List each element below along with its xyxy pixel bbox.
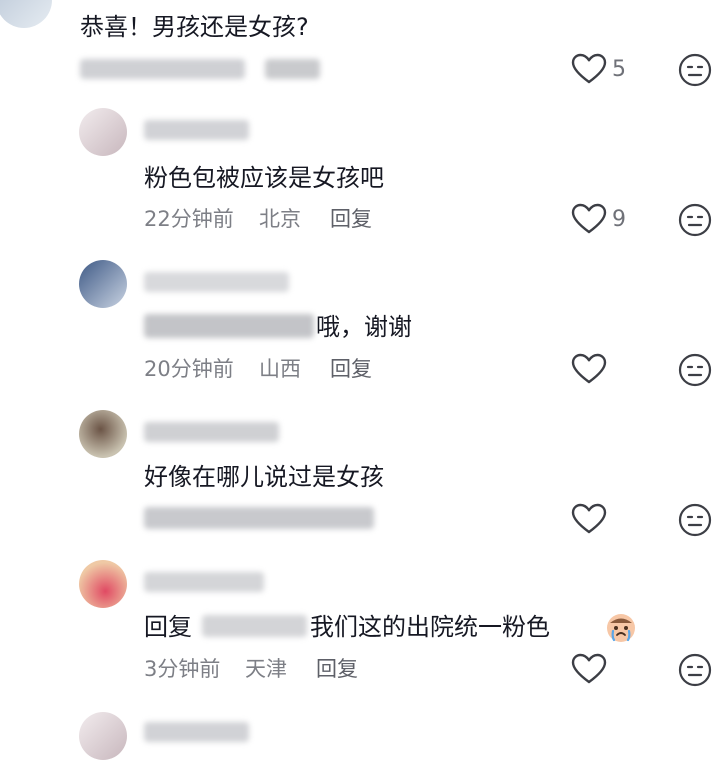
reply-location: 天津 bbox=[245, 657, 287, 681]
avatar[interactable] bbox=[79, 108, 127, 156]
reply-location: 山西 bbox=[259, 357, 301, 381]
reply-body: 我们这的出院统一粉色 bbox=[310, 613, 550, 641]
heart-icon[interactable] bbox=[571, 53, 607, 85]
heart-icon[interactable] bbox=[571, 203, 607, 235]
reply-button[interactable]: 回复 bbox=[316, 655, 358, 683]
reply-to-blurred bbox=[144, 314, 314, 338]
comment-text: 恭喜！男孩还是女孩? bbox=[80, 13, 309, 41]
reply-time: 22分钟前 bbox=[144, 207, 234, 231]
avatar[interactable] bbox=[79, 560, 127, 608]
like-count: 5 bbox=[612, 57, 626, 82]
comment-meta-blurred bbox=[80, 59, 245, 79]
reply-location: 北京 bbox=[259, 207, 301, 231]
reply-to-blurred bbox=[202, 615, 307, 637]
username-blurred[interactable] bbox=[144, 120, 249, 140]
username-blurred[interactable] bbox=[144, 722, 249, 742]
reply-button[interactable]: 回复 bbox=[330, 355, 372, 383]
reply-prefix[interactable]: 回复 bbox=[144, 612, 192, 642]
reply-text: 好像在哪儿说过是女孩 bbox=[144, 463, 384, 491]
heart-icon[interactable] bbox=[571, 353, 607, 385]
reply-button[interactable]: 回复 bbox=[330, 205, 372, 233]
reply-meta-blurred bbox=[144, 507, 374, 529]
reply-button-blurred[interactable] bbox=[265, 59, 320, 79]
heart-icon[interactable] bbox=[571, 653, 607, 685]
reply-text: 哦，谢谢 bbox=[316, 313, 412, 341]
dislike-face-icon[interactable] bbox=[678, 503, 712, 537]
heart-icon[interactable] bbox=[571, 503, 607, 535]
reply-text: 粉色包被应该是女孩吧 bbox=[144, 164, 384, 192]
dislike-face-icon[interactable] bbox=[678, 353, 712, 387]
avatar[interactable] bbox=[79, 712, 127, 760]
avatar[interactable] bbox=[0, 0, 52, 28]
dislike-face-icon[interactable] bbox=[678, 203, 712, 237]
reply-time: 20分钟前 bbox=[144, 357, 234, 381]
avatar[interactable] bbox=[79, 260, 127, 308]
crying-emoji-icon bbox=[607, 614, 635, 642]
like-count: 9 bbox=[612, 207, 626, 232]
dislike-face-icon[interactable] bbox=[678, 653, 712, 687]
reply-time: 3分钟前 bbox=[144, 657, 221, 681]
reply-text: 我们这的出院统一粉色 bbox=[310, 612, 550, 642]
username-blurred[interactable] bbox=[144, 422, 279, 442]
avatar[interactable] bbox=[79, 410, 127, 458]
dislike-face-icon[interactable] bbox=[678, 53, 712, 87]
username-blurred[interactable] bbox=[144, 272, 289, 292]
username-blurred[interactable] bbox=[144, 572, 264, 592]
